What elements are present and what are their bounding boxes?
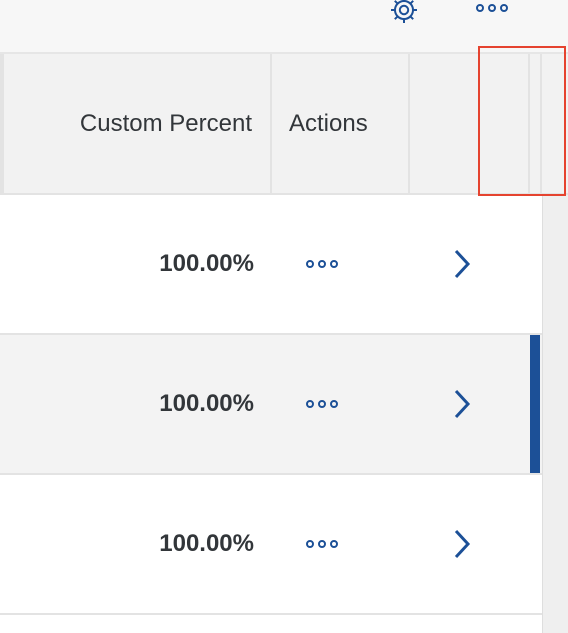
column-header-spacer xyxy=(530,54,542,193)
column-header-navigation xyxy=(410,54,530,193)
chevron-right-icon[interactable] xyxy=(448,195,476,333)
table-row[interactable]: 100.00% xyxy=(0,195,542,335)
table-row[interactable]: 100.00% xyxy=(0,335,542,475)
row-actions-more-icon[interactable] xyxy=(302,475,342,613)
custom-percent-cell: 100.00% xyxy=(159,250,254,277)
data-table: Custom Percent Actions 100.00% 100.00% 1… xyxy=(0,54,568,633)
column-header-actions[interactable]: Actions xyxy=(272,54,410,193)
table-toolbar xyxy=(0,0,568,54)
more-horizontal-icon[interactable] xyxy=(472,0,512,26)
vertical-scrollbar[interactable] xyxy=(542,195,568,633)
column-header-label: Custom Percent xyxy=(79,109,252,137)
chevron-right-icon[interactable] xyxy=(448,475,476,613)
column-header-custom-percent[interactable]: Custom Percent xyxy=(4,54,272,193)
row-selection-indicator xyxy=(530,335,540,473)
column-header-label: Actions xyxy=(289,109,368,137)
table-header: Custom Percent Actions xyxy=(0,54,568,195)
row-actions-more-icon[interactable] xyxy=(302,195,342,333)
gear-icon[interactable] xyxy=(386,0,422,26)
custom-percent-cell: 100.00% xyxy=(159,530,254,557)
chevron-right-icon[interactable] xyxy=(448,335,476,473)
row-actions-more-icon[interactable] xyxy=(302,335,342,473)
table-row[interactable]: 100.00% xyxy=(0,475,542,615)
custom-percent-cell: 100.00% xyxy=(159,390,254,417)
